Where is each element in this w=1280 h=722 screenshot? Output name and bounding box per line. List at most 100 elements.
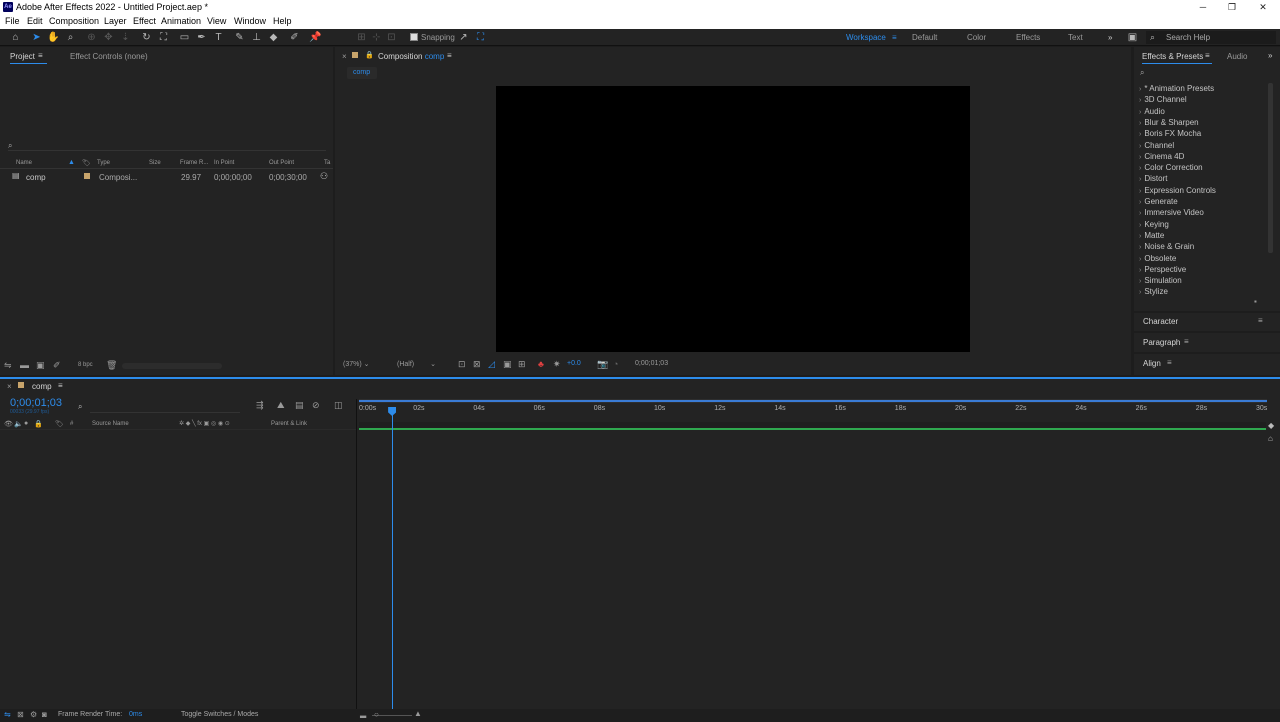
breadcrumb[interactable]: comp <box>347 67 377 79</box>
character-menu-icon[interactable]: ≡ <box>1258 316 1263 325</box>
channel-rgb-icon[interactable]: ♣ <box>538 359 544 369</box>
tab-effect-controls[interactable]: Effect Controls (none) <box>70 52 148 61</box>
adjust-project-settings-icon[interactable]: ✐ <box>53 360 61 371</box>
menu-animation[interactable]: Animation <box>161 16 201 26</box>
new-composition-icon[interactable]: ▣ <box>36 360 45 371</box>
sort-ascending-icon[interactable]: ▲ <box>68 159 75 166</box>
source-name-column[interactable]: Source Name <box>92 421 129 427</box>
effects-category-item[interactable]: › Expression Controls <box>1139 186 1216 195</box>
effects-menu-icon[interactable]: ≡ <box>1205 51 1210 60</box>
layer-bar-track[interactable] <box>359 422 1266 430</box>
panel-overflow-icon[interactable]: » <box>1268 51 1272 60</box>
timeline-label-swatch[interactable] <box>18 382 24 388</box>
minimize-button[interactable]: ─ <box>1196 1 1210 13</box>
comp-marker-bin-icon[interactable]: ⌂ <box>1268 434 1273 443</box>
workspace-effects[interactable]: Effects <box>1016 33 1040 42</box>
menu-help[interactable]: Help <box>273 16 292 26</box>
col-frame-rate[interactable]: Frame R... <box>180 160 208 166</box>
selection-tool-icon[interactable]: ➤ <box>30 31 43 44</box>
effects-category-item[interactable]: › Generate <box>1139 197 1178 206</box>
lock-column-icon[interactable]: 🔒 <box>34 420 43 428</box>
timeline-tab-comp[interactable]: comp <box>32 382 52 391</box>
frame-blending-icon[interactable]: ⊘ <box>312 400 320 411</box>
effects-category-item[interactable]: › Boris FX Mocha <box>1139 129 1201 138</box>
bpc-label[interactable]: 8 bpc <box>78 362 93 368</box>
effects-category-item[interactable]: › Color Correction <box>1139 163 1203 172</box>
paragraph-panel[interactable]: Paragraph ≡ <box>1134 333 1280 352</box>
snapshot-camera-icon[interactable]: 📷 <box>597 359 608 370</box>
timeline-current-time[interactable]: 0;00;01;03 <box>10 397 62 409</box>
playhead-handle[interactable] <box>388 407 397 416</box>
view-axis-icon[interactable]: ⊡ <box>385 31 398 44</box>
composition-viewer-canvas[interactable] <box>496 86 970 352</box>
composition-menu-icon[interactable]: ≡ <box>447 51 452 60</box>
playhead-line[interactable] <box>392 407 394 715</box>
zoom-tool-icon[interactable]: ⌕ <box>64 31 77 44</box>
world-axis-icon[interactable]: ⊹ <box>370 31 383 44</box>
label-color-swatch[interactable] <box>84 173 90 179</box>
workspace-overflow-icon[interactable]: » <box>1108 33 1112 42</box>
graph-editor-icon[interactable]: ◫ <box>334 400 343 411</box>
region-of-interest-icon[interactable]: ▣ <box>503 359 512 370</box>
timeline-menu-icon[interactable]: ≡ <box>58 381 63 390</box>
align-panel[interactable]: Align ≡ <box>1134 354 1280 375</box>
effects-category-item[interactable]: › Noise & Grain <box>1139 242 1194 251</box>
thumbnail-zoom-slider[interactable] <box>122 363 222 369</box>
pen-tool-icon[interactable]: ✒ <box>195 31 208 44</box>
timeline-zoom-handle[interactable]: ○ <box>374 710 379 719</box>
menu-edit[interactable]: Edit <box>27 16 43 26</box>
effects-category-item[interactable]: › Channel <box>1139 141 1174 150</box>
close-timeline-tab-icon[interactable]: × <box>7 382 12 391</box>
effects-category-item[interactable]: › * Animation Presets <box>1139 84 1214 93</box>
workspace-text[interactable]: Text <box>1068 33 1083 42</box>
solo-icon[interactable]: ● <box>24 420 28 427</box>
label-tag-icon[interactable]: 🏷 <box>82 159 91 167</box>
hide-shy-layers-icon[interactable]: ▤ <box>295 400 304 411</box>
tab-audio[interactable]: Audio <box>1227 52 1247 61</box>
resolution-dropdown[interactable]: (Half) ⌄ <box>397 360 436 368</box>
col-out-point[interactable]: Out Point <box>269 160 294 166</box>
effects-scrollbar[interactable] <box>1268 83 1273 253</box>
show-snapshot-icon[interactable]: ◔ <box>613 359 618 369</box>
video-visibility-icon[interactable]: 👁 <box>4 420 13 428</box>
type-tool-icon[interactable]: T <box>212 31 225 44</box>
anchor-point-tool-icon[interactable]: ⛶ <box>157 31 170 44</box>
composition-label-swatch[interactable] <box>352 52 358 58</box>
render-time-toggle-icon[interactable]: ◙ <box>42 710 47 719</box>
rotation-tool-icon[interactable]: ↻ <box>140 31 153 44</box>
eraser-tool-icon[interactable]: ◆ <box>267 31 280 44</box>
workspace-label[interactable]: Workspace <box>846 33 886 42</box>
restore-button[interactable]: ❐ <box>1225 1 1239 13</box>
effects-category-item[interactable]: › 3D Channel <box>1139 95 1187 104</box>
effects-category-item[interactable]: › Audio <box>1139 107 1165 116</box>
col-type[interactable]: Type <box>97 160 110 166</box>
mask-visibility-icon[interactable]: ◿ <box>488 359 495 370</box>
interpret-footage-icon[interactable]: ⇋ <box>4 360 12 371</box>
label-column-icon[interactable]: 🏷 <box>55 420 64 428</box>
col-tape[interactable]: Ta <box>324 160 330 166</box>
menu-effect[interactable]: Effect <box>133 16 156 26</box>
switches-column-icons[interactable]: ✲ ◆ ╲ fx ▣ ◎ ◉ ⊙ <box>179 420 230 427</box>
menu-layer[interactable]: Layer <box>104 16 127 26</box>
exposure-value[interactable]: +0.0 <box>567 360 581 367</box>
project-search-input[interactable]: ⌕ <box>8 141 326 151</box>
comp-end-marker-icon[interactable]: ◆ <box>1268 421 1274 430</box>
roto-brush-tool-icon[interactable]: ✐ <box>288 31 301 44</box>
new-folder-icon[interactable]: ▬ <box>20 360 29 370</box>
workspace-menu-icon[interactable]: ≡ <box>892 33 897 42</box>
clone-stamp-tool-icon[interactable]: ⊥ <box>250 31 263 44</box>
effects-category-item[interactable]: › Matte <box>1139 231 1164 240</box>
effects-category-item[interactable]: › Perspective <box>1139 265 1186 274</box>
close-composition-tab-icon[interactable]: × <box>342 52 347 61</box>
fast-previews-icon[interactable]: ⊡ <box>458 359 466 370</box>
paragraph-menu-icon[interactable]: ≡ <box>1184 337 1189 346</box>
effects-search-input[interactable]: ⌕ <box>1140 68 1270 78</box>
pan-camera-icon[interactable]: ✥ <box>102 31 115 44</box>
puppet-tool-icon[interactable]: 📌 <box>309 31 322 44</box>
col-name[interactable]: Name <box>16 160 32 166</box>
reduce-screen-flicker-icon[interactable]: ▣ <box>1126 31 1139 44</box>
tab-project[interactable]: Project <box>10 52 35 61</box>
align-menu-icon[interactable]: ≡ <box>1167 358 1172 367</box>
effects-category-item[interactable]: › Obsolete <box>1139 254 1176 263</box>
workspace-color[interactable]: Color <box>967 33 986 42</box>
